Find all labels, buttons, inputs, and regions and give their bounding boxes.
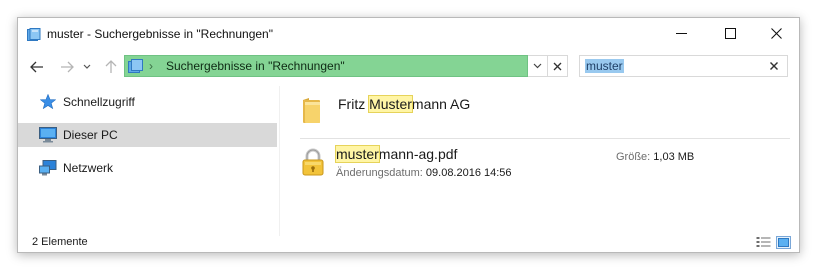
nav-item-label: Schnellzugriff <box>63 95 135 109</box>
nav-item-network[interactable]: Netzwerk <box>18 156 277 180</box>
folder-window-icon <box>27 28 41 44</box>
arrow-left-icon <box>30 61 43 73</box>
clear-search-button[interactable] <box>767 59 781 73</box>
nav-item-label: Netzwerk <box>63 161 114 175</box>
breadcrumb-separator-icon[interactable]: › <box>149 59 153 73</box>
navigation-bar: › Suchergebnisse in "Rechnungen" muster <box>18 54 799 80</box>
search-highlight: muster <box>335 145 380 163</box>
address-dropdown-button[interactable] <box>528 55 548 77</box>
file-size: Größe: 1,03 MB <box>616 151 694 163</box>
address-location-text[interactable]: Suchergebnisse in "Rechnungen" <box>166 59 345 73</box>
search-highlight: Muster <box>368 95 413 113</box>
nav-item-quick-access[interactable]: Schnellzugriff <box>18 90 277 114</box>
navigation-pane: Schnellzugriff Dieser PC Netzwerk <box>18 86 278 236</box>
size-value: 1,03 MB <box>653 151 695 163</box>
file-name[interactable]: mustermann-ag.pdf <box>335 145 458 163</box>
search-query[interactable]: muster <box>585 59 624 73</box>
close-icon <box>553 62 562 70</box>
lock-icon <box>302 148 324 179</box>
window-title: muster - Suchergebnisse in "Rechnungen" <box>47 27 273 41</box>
status-bar: 2 Elemente <box>18 235 799 253</box>
item-count: 2 Elemente <box>32 236 88 248</box>
arrow-up-icon <box>105 60 117 73</box>
name-suffix: mann-ag.pdf <box>378 146 458 162</box>
cancel-search-button[interactable] <box>548 55 568 77</box>
tiles-view-icon[interactable] <box>776 236 791 249</box>
computer-icon <box>39 127 57 146</box>
list-item-file[interactable]: mustermann-ag.pdf Änderungsdatum: 09.08.… <box>300 143 790 203</box>
folder-icon <box>302 96 322 127</box>
name-prefix: Fritz <box>338 96 370 112</box>
nav-item-label: Dieser PC <box>63 128 118 142</box>
address-bar[interactable]: › Suchergebnisse in "Rechnungen" <box>124 55 528 77</box>
up-button[interactable] <box>100 56 122 78</box>
network-icon <box>39 160 57 179</box>
maximize-button[interactable] <box>707 18 753 49</box>
star-icon <box>39 93 57 112</box>
row-divider <box>300 138 790 139</box>
folder-name[interactable]: Fritz Mustermann AG <box>338 95 471 113</box>
search-results-list: Fritz Mustermann AG mustermann-ag.pdf Än… <box>280 80 800 236</box>
close-icon <box>770 62 778 70</box>
explorer-window: muster - Suchergebnisse in "Rechnungen" <box>17 17 800 253</box>
chevron-down-icon <box>83 64 91 69</box>
forward-button[interactable] <box>56 56 78 78</box>
nav-item-this-pc[interactable]: Dieser PC <box>18 123 277 147</box>
title-bar: muster - Suchergebnisse in "Rechnungen" <box>18 18 799 50</box>
back-button[interactable] <box>26 56 48 78</box>
minimize-button[interactable] <box>658 18 704 49</box>
modified-label: Änderungsdatum: <box>336 167 423 179</box>
name-suffix: mann AG <box>411 96 471 112</box>
size-label: Größe: <box>616 151 651 163</box>
list-item-folder[interactable]: Fritz Mustermann AG <box>300 86 790 130</box>
arrow-right-icon <box>61 61 74 73</box>
chevron-down-icon <box>533 63 542 69</box>
details-view-icon[interactable] <box>756 236 771 249</box>
file-modified: Änderungsdatum: 09.08.2016 14:56 <box>336 167 512 179</box>
search-input[interactable]: muster <box>579 55 788 77</box>
close-button[interactable] <box>753 18 799 49</box>
modified-value: 09.08.2016 14:56 <box>425 167 512 179</box>
recent-locations-button[interactable] <box>80 56 94 78</box>
folder-location-icon <box>128 59 144 76</box>
